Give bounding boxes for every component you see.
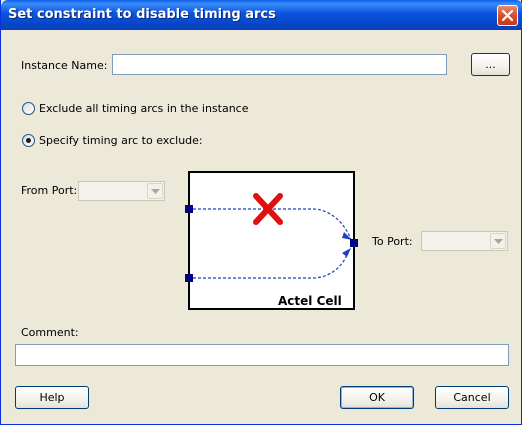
exclude-all-radio[interactable] <box>22 102 35 115</box>
close-button[interactable] <box>497 5 518 26</box>
from-port-select[interactable] <box>78 181 165 201</box>
comment-field[interactable] <box>15 344 509 366</box>
comment-label: Comment: <box>21 326 79 339</box>
exclude-all-label[interactable]: Exclude all timing arcs in the instance <box>39 102 249 115</box>
help-button[interactable]: Help <box>15 386 89 409</box>
comment-input[interactable] <box>16 345 508 365</box>
window-title: Set constraint to disable timing arcs <box>8 7 276 22</box>
specify-arc-radio[interactable] <box>22 134 35 147</box>
dialog-window: Set constraint to disable timing arcs In… <box>0 0 522 425</box>
close-icon <box>502 10 513 21</box>
input-pin-b <box>185 274 193 282</box>
title-bar[interactable]: Set constraint to disable timing arcs <box>1 0 522 30</box>
instance-name-input[interactable] <box>113 55 446 74</box>
specify-arc-label[interactable]: Specify timing arc to exclude: <box>39 134 203 147</box>
timing-arc-diagram: Actel Cell <box>185 171 358 310</box>
input-pin-a <box>185 205 193 213</box>
instance-name-label: Instance Name: <box>21 59 108 72</box>
from-port-dropdown-button[interactable] <box>147 183 163 199</box>
output-pin <box>350 239 358 247</box>
cancel-button[interactable]: Cancel <box>435 386 509 409</box>
chevron-down-icon <box>151 189 160 194</box>
browse-button[interactable]: ... <box>471 53 510 76</box>
to-port-select[interactable] <box>421 231 508 251</box>
cell-label: Actel Cell <box>278 294 342 308</box>
to-port-label: To Port: <box>372 235 413 248</box>
instance-name-field[interactable] <box>112 54 447 75</box>
ok-button[interactable]: OK <box>340 386 414 409</box>
cell-box <box>188 171 355 310</box>
from-port-label: From Port: <box>21 184 78 197</box>
chevron-down-icon <box>494 239 503 244</box>
to-port-dropdown-button[interactable] <box>490 233 506 249</box>
